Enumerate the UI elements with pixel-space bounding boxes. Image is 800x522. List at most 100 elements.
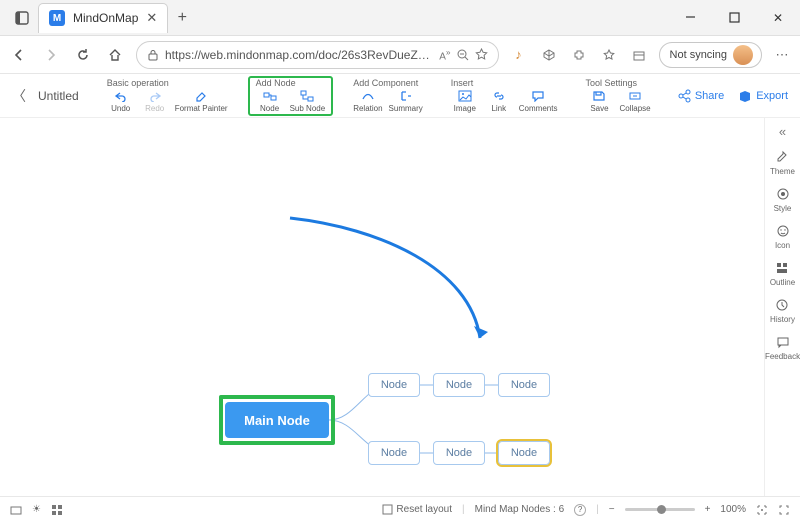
group-header: Add Node — [256, 78, 326, 89]
browser-tab[interactable]: M MindOnMap ✕ — [38, 3, 168, 33]
relation-icon — [360, 89, 376, 103]
toolbar-icons: ♪ Not syncing ⋯ — [509, 42, 792, 68]
image-icon — [457, 89, 473, 103]
icon-tab[interactable]: Icon — [774, 223, 792, 250]
url-text: https://web.mindonmap.com/doc/26s3RevDue… — [165, 48, 433, 62]
node-icon — [262, 89, 278, 103]
url-input[interactable]: https://web.mindonmap.com/doc/26s3RevDue… — [136, 41, 499, 69]
leaf-node[interactable]: Node — [368, 373, 420, 397]
leaf-node[interactable]: Node — [368, 441, 420, 465]
status-bar: ☀ Reset layout | Mind Map Nodes : 6 ? | … — [0, 496, 800, 522]
group-header: Tool Settings — [585, 78, 650, 89]
nav-back-button[interactable] — [8, 44, 30, 66]
theme-tab[interactable]: Theme — [770, 149, 795, 176]
main-node[interactable]: Main Node — [225, 402, 329, 438]
reset-layout-button[interactable]: Reset layout — [382, 504, 452, 515]
window-maximize-button[interactable] — [712, 0, 756, 36]
summary-button[interactable]: Summary — [389, 89, 423, 113]
zoom-out-button[interactable]: − — [609, 504, 615, 515]
grid-icon[interactable] — [51, 504, 63, 516]
sub-node-button[interactable]: Sub Node — [290, 89, 326, 113]
headphones-icon[interactable]: ♪ — [509, 45, 529, 65]
leaf-node[interactable]: Node — [433, 373, 485, 397]
lock-icon — [147, 49, 159, 61]
history-tab[interactable]: History — [770, 297, 795, 324]
reader-icon[interactable]: A» — [439, 47, 450, 62]
canvas-area[interactable]: Main Node Node Node Node Node Node Node — [0, 118, 764, 496]
smile-icon — [774, 223, 792, 239]
right-panel: « Theme Style Icon Outline History Feedb… — [764, 118, 800, 496]
browser-address-bar: https://web.mindonmap.com/doc/26s3RevDue… — [0, 36, 800, 74]
leaf-node-selected[interactable]: Node — [498, 441, 550, 465]
window-close-button[interactable]: ✕ — [756, 0, 800, 36]
profile-sync-button[interactable]: Not syncing — [659, 42, 762, 68]
help-icon[interactable]: ? — [574, 504, 586, 516]
link-icon — [491, 89, 507, 103]
style-tab[interactable]: Style — [774, 186, 792, 213]
favorites-icon[interactable] — [599, 45, 619, 65]
group-insert: Insert Image Link Comments — [443, 76, 566, 116]
save-icon — [591, 89, 607, 103]
node-button[interactable]: Node — [256, 89, 284, 113]
back-chevron-button[interactable]: 〈 — [12, 86, 26, 106]
nav-forward-button[interactable] — [40, 44, 62, 66]
tab-favicon: M — [49, 10, 65, 26]
sub-node-icon — [299, 89, 315, 103]
new-tab-button[interactable]: + — [168, 9, 196, 27]
group-header: Basic operation — [107, 78, 228, 89]
link-button[interactable]: Link — [485, 89, 513, 113]
sun-icon[interactable]: ☀ — [32, 504, 41, 515]
feedback-tab[interactable]: Feedback — [765, 334, 800, 361]
status-icon[interactable] — [10, 504, 22, 516]
save-button[interactable]: Save — [585, 89, 613, 113]
group-tool-settings: Tool Settings Save Collapse — [577, 76, 658, 116]
group-header: Add Component — [353, 78, 423, 89]
more-menu-button[interactable]: ⋯ — [772, 45, 792, 65]
comments-button[interactable]: Comments — [519, 89, 558, 113]
export-button[interactable]: Export — [738, 89, 788, 103]
relation-button[interactable]: Relation — [353, 89, 382, 113]
window-buttons: ✕ — [668, 0, 800, 36]
outline-icon — [773, 260, 791, 276]
fullscreen-icon[interactable] — [778, 504, 790, 516]
center-icon[interactable] — [756, 504, 768, 516]
feedback-icon — [774, 334, 792, 350]
node-count: Mind Map Nodes : 6 — [475, 504, 565, 515]
undo-button[interactable]: Undo — [107, 89, 135, 113]
extensions-icon[interactable] — [569, 45, 589, 65]
document-title[interactable]: Untitled — [38, 89, 79, 103]
format-painter-button[interactable]: Format Painter — [175, 89, 228, 113]
summary-icon — [398, 89, 414, 103]
collapse-button[interactable]: Collapse — [619, 89, 650, 113]
outline-tab[interactable]: Outline — [770, 260, 795, 287]
brush-icon — [193, 89, 209, 103]
share-button[interactable]: Share — [677, 89, 724, 103]
zoom-out-icon[interactable] — [457, 49, 469, 61]
collections-icon[interactable] — [629, 45, 649, 65]
tab-strip: M MindOnMap ✕ + — [0, 0, 196, 35]
undo-icon — [113, 89, 129, 103]
panel-collapse-button[interactable]: « — [779, 124, 786, 139]
redo-icon — [147, 89, 163, 103]
export-label: Export — [756, 90, 788, 102]
sync-label: Not syncing — [670, 49, 727, 61]
redo-button[interactable]: Redo — [141, 89, 169, 113]
zoom-slider[interactable] — [625, 508, 695, 511]
favorite-icon[interactable] — [475, 48, 488, 61]
cube-icon[interactable] — [539, 45, 559, 65]
tab-overview-button[interactable] — [6, 4, 38, 32]
style-icon — [774, 186, 792, 202]
tab-title: MindOnMap — [73, 11, 138, 25]
window-minimize-button[interactable] — [668, 0, 712, 36]
nav-home-button[interactable] — [104, 44, 126, 66]
collapse-icon — [627, 89, 643, 103]
zoom-in-button[interactable]: + — [705, 504, 711, 515]
browser-titlebar: M MindOnMap ✕ + ✕ — [0, 0, 800, 36]
tab-close-icon[interactable]: ✕ — [146, 10, 157, 26]
group-add-component: Add Component Relation Summary — [345, 76, 431, 116]
nav-refresh-button[interactable] — [72, 44, 94, 66]
history-icon — [773, 297, 791, 313]
leaf-node[interactable]: Node — [433, 441, 485, 465]
image-button[interactable]: Image — [451, 89, 479, 113]
leaf-node[interactable]: Node — [498, 373, 550, 397]
